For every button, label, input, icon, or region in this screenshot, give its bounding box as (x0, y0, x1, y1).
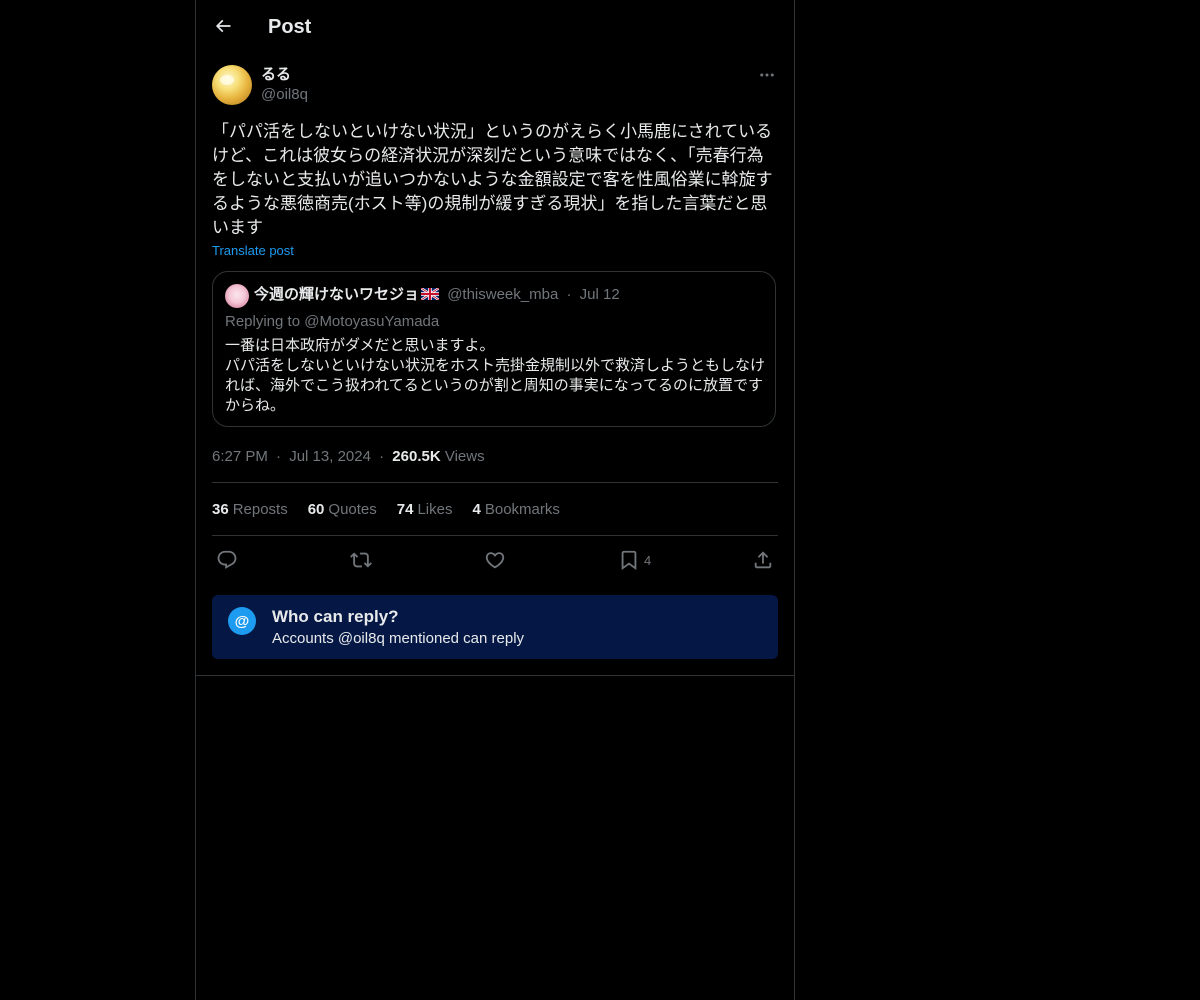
back-button[interactable] (206, 9, 240, 43)
more-horizontal-icon (760, 73, 774, 77)
quote-author-handle: @thisweek_mba (447, 286, 559, 303)
quote-date: Jul 12 (579, 286, 620, 303)
timestamp-separator: · (379, 448, 385, 465)
reposts-count: 36 (212, 501, 229, 518)
quotes-count: 60 (307, 501, 325, 518)
reply-button[interactable] (216, 546, 238, 574)
likes-count: 74 (396, 501, 414, 518)
who-can-reply-subtitle: Accounts @oil8q mentioned can reply (272, 630, 525, 647)
divider (212, 535, 778, 536)
post-timestamp: 6:27 PM · Jul 13, 2024 · 260.5K Views (212, 447, 485, 467)
share-icon (754, 551, 772, 569)
quote-text: 一番は日本政府がダメだと思いますよ。 パパ活をしないといけない状況をホスト売掛金… (225, 337, 766, 414)
author-name[interactable]: るる (261, 65, 291, 85)
engagement-stats: 36 Reposts 60 Quotes 74 Likes 4 Bookmarks (212, 500, 580, 520)
post-date[interactable]: Jul 13, 2024 (289, 448, 371, 465)
avatar[interactable] (212, 65, 252, 105)
who-can-reply-title: Who can reply? (272, 607, 399, 626)
at-sign-icon: @ (228, 607, 256, 635)
like-button[interactable] (484, 546, 506, 574)
uk-flag-icon (421, 288, 440, 300)
bookmark-icon (621, 550, 637, 571)
bookmarks-label: Bookmarks (484, 501, 560, 518)
page-title: Post (268, 16, 312, 38)
quote-avatar (225, 284, 249, 308)
reposts-stat[interactable]: 36 Reposts (212, 500, 288, 520)
quote-header: 今週の輝けないワセジョ @thisweek_mba · Jul 12 (254, 285, 620, 305)
more-options-button[interactable] (756, 64, 778, 86)
likes-label: Likes (417, 501, 453, 518)
timestamp-separator: · (276, 448, 282, 465)
post-text: 「パパ活をしないといけない状況」というのがえらく小馬鹿にされているけど、これは彼… (212, 122, 773, 237)
bookmark-count: 4 (644, 552, 652, 568)
primary-column: Post るる @oil8q 「パパ活をしないといけない状況」というのがえらく小… (195, 0, 795, 1000)
repost-button[interactable] (350, 546, 372, 574)
post-time[interactable]: 6:27 PM (212, 448, 268, 465)
who-can-reply-notice: @ Who can reply? Accounts @oil8q mention… (212, 595, 778, 659)
likes-stat[interactable]: 74 Likes (397, 500, 453, 520)
heart-icon (485, 552, 505, 569)
quoted-post[interactable]: 今週の輝けないワセジョ @thisweek_mba · Jul 12 Reply… (212, 271, 776, 427)
post-bottom-divider (196, 675, 794, 676)
repost-icon (350, 552, 372, 568)
page-header: Post (196, 0, 794, 54)
quote-separator: · (566, 286, 572, 303)
reposts-label: Reposts (232, 501, 288, 518)
author-handle[interactable]: @oil8q (261, 85, 308, 105)
quotes-label: Quotes (328, 501, 377, 518)
bookmark-button[interactable]: 4 (618, 546, 651, 574)
quotes-stat[interactable]: 60 Quotes (308, 500, 377, 520)
views-label: Views (444, 448, 485, 465)
share-button[interactable] (752, 546, 774, 574)
bookmarks-count: 4 (472, 501, 481, 518)
divider (212, 482, 778, 483)
bookmarks-stat[interactable]: 4 Bookmarks (473, 500, 560, 520)
quote-replying-to: Replying to @MotoyasuYamada (225, 313, 440, 330)
arrow-left-icon (215, 19, 231, 33)
action-bar: 4 (212, 546, 778, 574)
reply-icon (217, 550, 237, 569)
translate-post-link[interactable]: Translate post (212, 241, 294, 261)
views-count: 260.5K (392, 448, 441, 465)
quote-author-name: 今週の輝けないワセジョ (254, 286, 420, 303)
